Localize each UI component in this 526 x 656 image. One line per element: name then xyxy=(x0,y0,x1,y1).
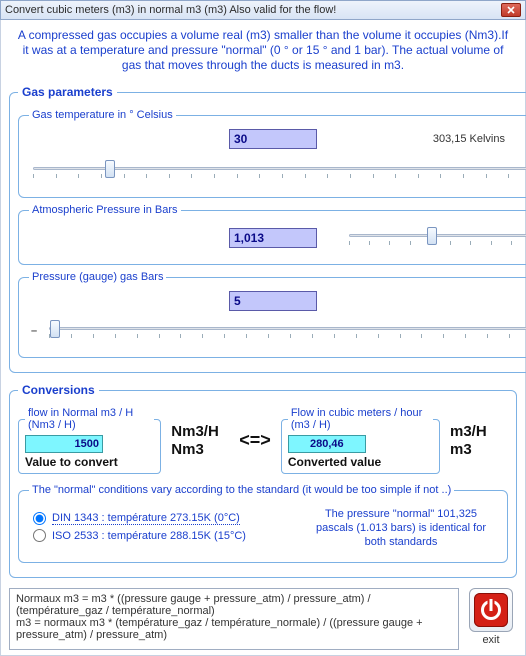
close-icon xyxy=(507,6,515,14)
standards-legend: The "normal" conditions vary according t… xyxy=(29,484,454,496)
units-left: Nm3/H Nm3 xyxy=(171,423,229,458)
exit-label: exit xyxy=(482,634,499,646)
titlebar: Convert cubic meters (m3) in normal m3 (… xyxy=(0,0,526,20)
radio-iso2533[interactable]: ISO 2533 : température 288.15K (15°C) xyxy=(33,529,246,542)
converted-value-output xyxy=(288,435,366,453)
exit-button[interactable] xyxy=(469,588,513,632)
formula-box: Normaux m3 = m3 * ((pressure gauge + pre… xyxy=(9,588,459,650)
flow-normal-legend: flow in Normal m3 / H (Nm3 / H) xyxy=(25,407,154,431)
standards-note: The pressure "normal" 101,325 pascals (1… xyxy=(311,508,491,549)
power-icon xyxy=(474,593,508,627)
gas-parameters-legend: Gas parameters xyxy=(18,85,117,99)
intro-text: A compressed gas occupies a volume real … xyxy=(4,24,522,81)
atm-pressure-group: Atmospheric Pressure in Bars xyxy=(18,204,526,265)
atm-pressure-legend: Atmospheric Pressure in Bars xyxy=(29,204,181,216)
window-title: Convert cubic meters (m3) in normal m3 (… xyxy=(5,4,501,16)
radio-din1343-input[interactable] xyxy=(33,512,46,525)
gas-temp-input[interactable] xyxy=(229,129,317,149)
gas-temp-kelvin: 303,15 Kelvins xyxy=(433,133,505,145)
gauge-pressure-input[interactable] xyxy=(229,291,317,311)
flow-cubic-legend: Flow in cubic meters / hour (m3 / H) xyxy=(288,407,433,431)
gauge-pressure-slider[interactable] xyxy=(45,317,526,345)
radio-iso2533-input[interactable] xyxy=(33,529,46,542)
gas-temp-group: Gas temperature in ° Celsius 303,15 Kelv… xyxy=(18,109,526,198)
gas-temp-slider[interactable] xyxy=(29,157,526,185)
minus-icon: – xyxy=(29,325,39,337)
flow-normal-field: flow in Normal m3 / H (Nm3 / H) Value to… xyxy=(18,407,161,474)
conversions-group: Conversions flow in Normal m3 / H (Nm3 /… xyxy=(9,383,517,578)
standards-group: The "normal" conditions vary according t… xyxy=(18,484,508,563)
convert-arrow-icon: <=> xyxy=(237,430,273,451)
value-to-convert-input[interactable] xyxy=(25,435,103,453)
atm-pressure-input[interactable] xyxy=(229,228,317,248)
gas-temp-legend: Gas temperature in ° Celsius xyxy=(29,109,176,121)
value-to-convert-label: Value to convert xyxy=(25,455,154,469)
close-button[interactable] xyxy=(501,3,521,17)
units-right: m3/H m3 xyxy=(450,423,508,458)
flow-cubic-field: Flow in cubic meters / hour (m3 / H) Con… xyxy=(281,407,440,474)
atm-pressure-slider[interactable] xyxy=(345,224,526,252)
radio-din1343[interactable]: DIN 1343 : température 273.15K (0°C) xyxy=(33,512,246,525)
gas-parameters-group: Gas parameters Gas temperature in ° Cels… xyxy=(9,85,526,373)
gauge-pressure-group: Pressure (gauge) gas Bars – xyxy=(18,271,526,358)
gauge-pressure-legend: Pressure (gauge) gas Bars xyxy=(29,271,166,283)
conversions-legend: Conversions xyxy=(18,383,99,397)
converted-value-label: Converted value xyxy=(288,455,433,469)
